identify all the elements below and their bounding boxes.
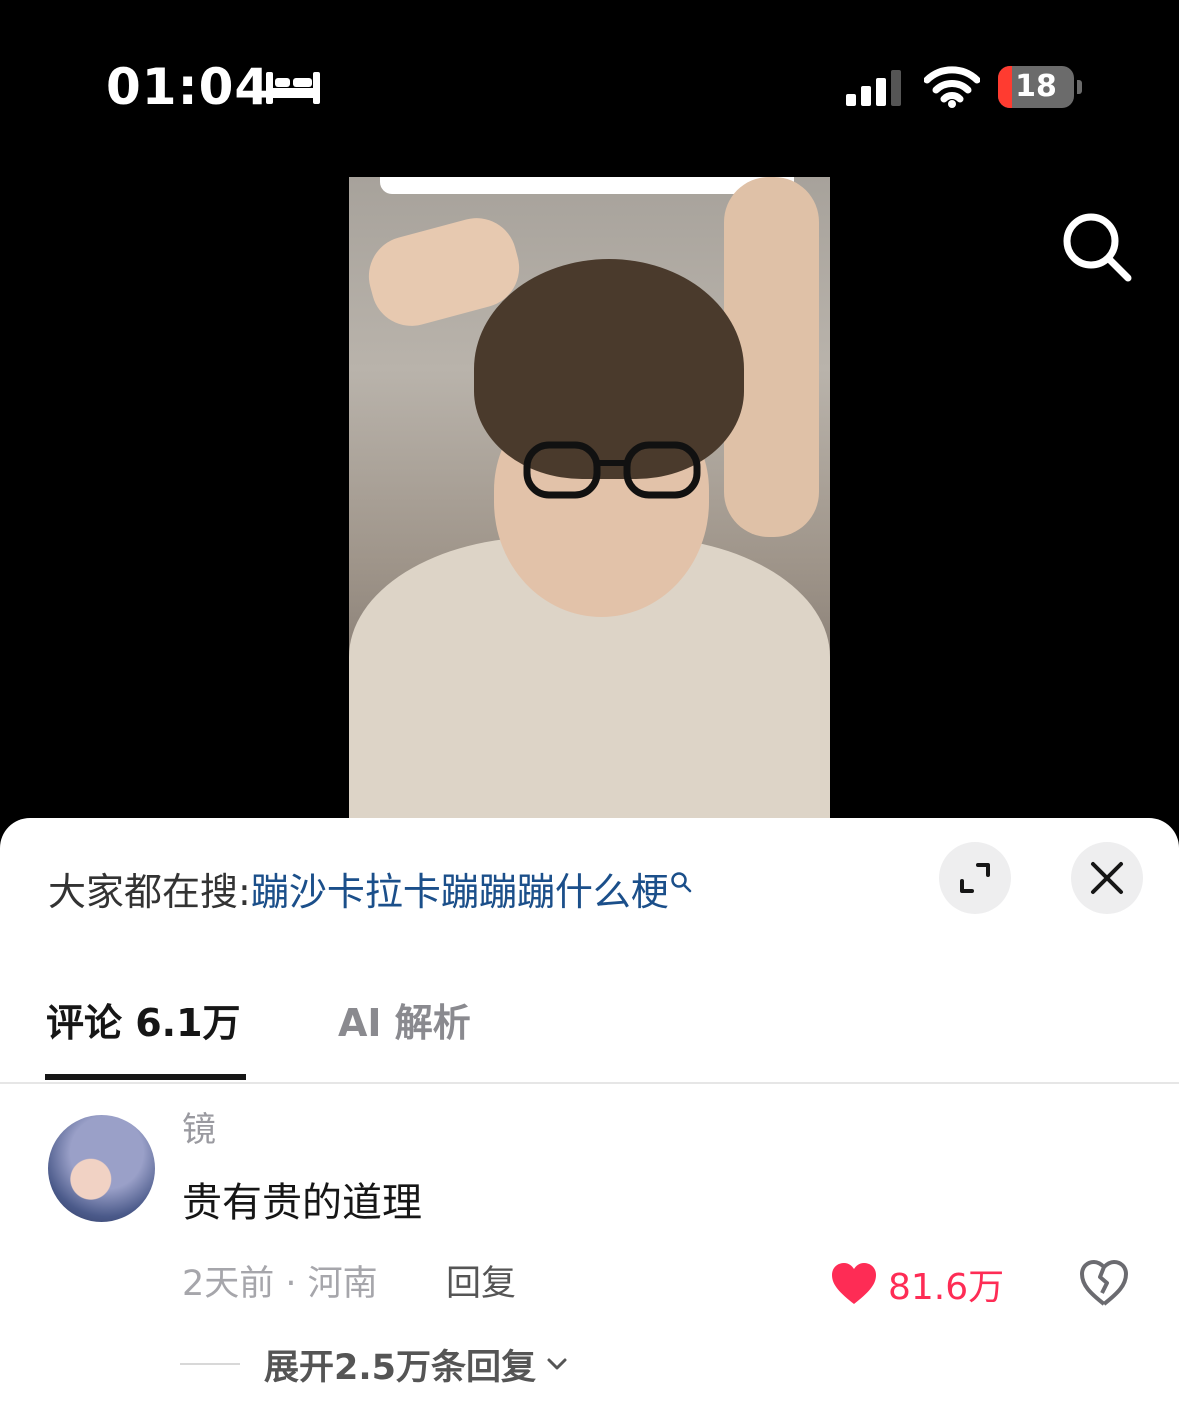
comment-item: 镜 贵有贵的道理 2天前 · 河南 回复 81.6万 展开2.5万条回复 [0,1108,1179,1408]
divider [180,1363,240,1365]
comment-meta: 2天前 · 河南 [182,1264,378,1304]
cellular-signal-icon [846,70,901,106]
search-suggestion-query[interactable]: 蹦沙卡拉卡蹦蹦蹦什么梗 [251,870,669,914]
status-time: 01:04 [106,58,271,116]
expand-replies-label[interactable]: 展开2.5万条回复 [264,1339,536,1390]
broken-heart-icon[interactable] [1079,1258,1129,1308]
battery-nub [1077,80,1082,94]
video-caption-bar [380,177,794,194]
avatar[interactable] [48,1115,155,1222]
wifi-icon [924,66,980,108]
battery-percentage: 18 [1015,69,1057,104]
active-tab-indicator [45,1074,246,1080]
search-suggestion-prefix: 大家都在搜: [48,870,251,914]
close-button[interactable] [1071,842,1143,914]
tab-ai-analysis[interactable]: AI 解析 [338,998,471,1048]
battery-body: 18 [998,66,1074,108]
heart-icon [832,1263,876,1304]
search-icon [671,872,692,893]
expand-icon [960,863,990,893]
comment-text: 贵有贵的道理 [182,1180,422,1226]
like-count: 81.6万 [888,1267,1005,1308]
like-button[interactable]: 81.6万 [830,1258,1004,1310]
chevron-down-icon [547,1358,567,1370]
expand-replies[interactable]: 展开2.5万条回复 [180,1338,570,1390]
bed-icon [266,72,320,104]
status-bar: 01:04 18 [0,0,1179,170]
video-player[interactable] [349,177,830,818]
search-icon[interactable] [1058,208,1136,286]
expand-button[interactable] [939,842,1011,914]
comment-tabs: 评论 6.1万 AI 解析 [0,978,1179,1084]
comment-sheet: 大家都在搜:蹦沙卡拉卡蹦蹦蹦什么梗 评论 6.1万 AI 解析 镜 贵有贵的道理… [0,818,1179,1425]
search-suggestion[interactable]: 大家都在搜:蹦沙卡拉卡蹦蹦蹦什么梗 [48,866,693,918]
tab-comments[interactable]: 评论 6.1万 [46,998,241,1048]
battery-indicator: 18 [998,66,1082,108]
reply-button[interactable]: 回复 [446,1260,516,1308]
close-icon [1091,862,1123,894]
comment-username[interactable]: 镜 [182,1108,216,1152]
video-figure-glasses [523,441,701,499]
